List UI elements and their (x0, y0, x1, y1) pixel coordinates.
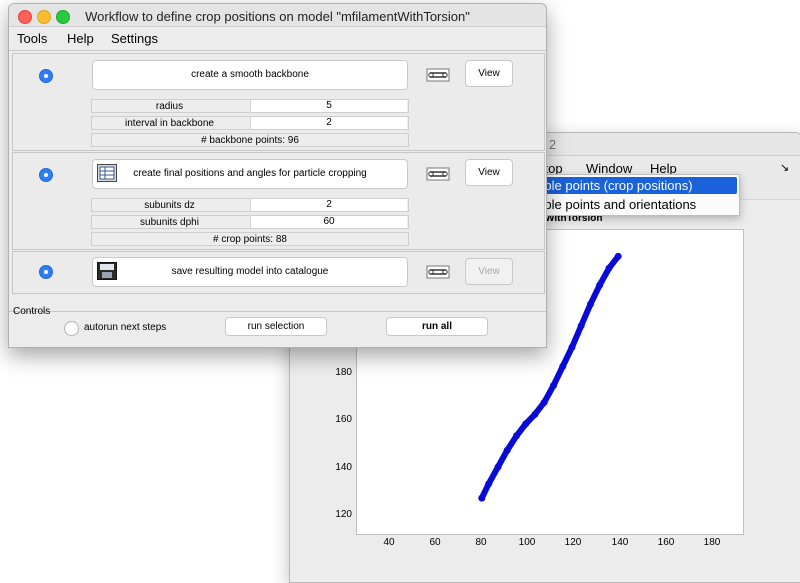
step-panel-save-model: save resulting model into catalogue View (12, 251, 545, 294)
crop-position-point (549, 382, 557, 390)
create-backbone-label: create a smooth backbone (191, 69, 309, 80)
subunits-dz-field[interactable]: 2 (250, 199, 407, 211)
crop-position-point (540, 398, 548, 406)
menu-tools[interactable]: Tools (17, 31, 47, 46)
param-label: radius (155, 101, 184, 112)
view-label: View (478, 266, 500, 277)
view-label: View (478, 167, 500, 178)
save-model-button[interactable]: save resulting model into catalogue (92, 257, 408, 287)
crop-position-point (522, 420, 530, 428)
step-radio-save[interactable] (39, 265, 53, 279)
step-radio-crop[interactable] (39, 168, 53, 182)
view-positions-button[interactable]: View (465, 159, 513, 186)
crop-position-point (512, 432, 520, 440)
param-row-subunits-dz: subunits dz 2 (91, 198, 409, 212)
x-tick-label: 40 (383, 537, 395, 548)
step-panel-crop-positions: create final positions and angles for pa… (12, 152, 545, 250)
controls-divider (9, 311, 546, 312)
crop-position-point (596, 281, 604, 289)
menu-settings[interactable]: Settings (111, 31, 158, 46)
table-icon (97, 164, 117, 182)
info-row-backbone-points: # backbone points: 96 (91, 133, 409, 147)
autorun-label: autorun next steps (84, 322, 167, 333)
crop-position-point (568, 343, 576, 351)
x-tick-label: 80 (475, 537, 487, 548)
radius-field[interactable]: 5 (250, 100, 407, 112)
wrench-tool-icon[interactable] (426, 265, 450, 279)
crop-position-point (614, 252, 622, 260)
crop-position-point (559, 362, 567, 370)
param-row-subunits-dphi: subunits dphi 60 (91, 215, 409, 229)
param-label: subunits dphi (140, 217, 199, 228)
param-row-interval: interval in backbone 2 (91, 116, 409, 130)
backbone-points-info: # backbone points: 96 (201, 135, 299, 146)
menu-help[interactable]: Help (67, 31, 94, 46)
autorun-radio[interactable] (64, 321, 79, 336)
workflow-menubar: Tools Help Settings (9, 27, 546, 51)
info-row-crop-points: # crop points: 88 (91, 232, 409, 246)
crop-position-point (485, 480, 493, 488)
subunits-dphi-field[interactable]: 60 (250, 216, 407, 228)
interval-field[interactable]: 2 (250, 117, 407, 129)
wrench-tool-icon[interactable] (426, 68, 450, 82)
x-tick-label: 180 (703, 537, 721, 548)
y-tick-label: 140 (335, 462, 352, 473)
param-label: interval in backbone (125, 118, 214, 129)
x-tick-label: 160 (657, 537, 675, 548)
dock-arrow-icon[interactable]: ↘ (780, 161, 789, 174)
save-disk-icon (97, 262, 117, 280)
x-tick-label: 100 (518, 537, 536, 548)
view-save-button[interactable]: View (465, 258, 513, 285)
run-selection-button[interactable]: run selection (225, 317, 327, 336)
step-radio-backbone[interactable] (39, 69, 53, 83)
figure-title: e 2 (538, 137, 557, 152)
workflow-titlebar[interactable]: Workflow to define crop positions on mod… (9, 4, 546, 27)
y-tick-label: 160 (335, 414, 352, 425)
view-backbone-button[interactable]: View (465, 60, 513, 87)
wrench-tool-icon[interactable] (426, 167, 450, 181)
y-tick-label: 120 (335, 509, 352, 520)
crop-points-info: # crop points: 88 (213, 234, 287, 245)
create-backbone-button[interactable]: create a smooth backbone (92, 60, 408, 90)
workflow-window: Workflow to define crop positions on mod… (8, 3, 547, 348)
view-label: View (478, 68, 500, 79)
controls-label: Controls (13, 306, 51, 317)
save-model-label: save resulting model into catalogue (171, 266, 329, 277)
create-positions-button[interactable]: create final positions and angles for pa… (92, 159, 408, 189)
crop-position-point (503, 446, 511, 454)
param-label: subunits dz (144, 200, 195, 211)
run-all-button[interactable]: run all (386, 317, 488, 336)
x-tick-label: 60 (429, 537, 441, 548)
y-tick-label: 180 (335, 367, 352, 378)
run-selection-label: run selection (247, 321, 305, 332)
step-panel-backbone: create a smooth backbone View radius 5 i… (12, 53, 545, 151)
x-tick-label: 120 (564, 537, 582, 548)
crop-position-point (494, 463, 502, 471)
param-row-radius: radius 5 (91, 99, 409, 113)
crop-position-point (531, 410, 539, 418)
crop-position-point (577, 322, 585, 330)
x-tick-label: 140 (611, 537, 629, 548)
run-all-label: run all (421, 321, 452, 332)
workflow-title: Workflow to define crop positions on mod… (85, 9, 470, 24)
crop-position-point (586, 300, 594, 308)
create-positions-label: create final positions and angles for pa… (133, 168, 367, 179)
crop-position-point (605, 264, 613, 272)
crop-position-point (478, 494, 486, 502)
